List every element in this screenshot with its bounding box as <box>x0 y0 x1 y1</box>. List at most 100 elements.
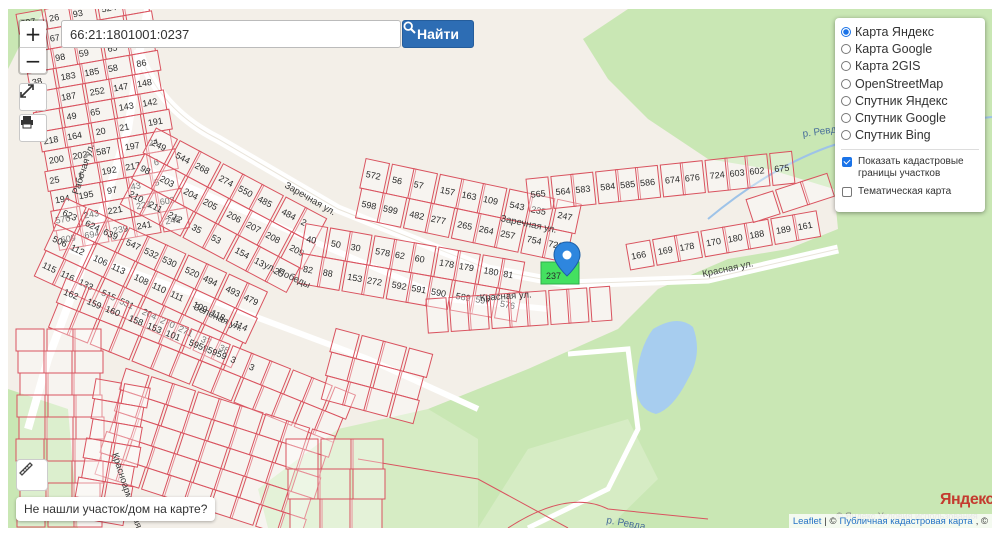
parcel-number: 49 <box>66 110 78 122</box>
parcel-outline[interactable] <box>320 438 354 470</box>
layer-option-label: OpenStreetMap <box>855 76 944 91</box>
parcel-outline[interactable] <box>15 438 45 462</box>
layer-option[interactable]: Спутник Google <box>841 109 979 126</box>
layer-option-label: Спутник Google <box>855 111 946 126</box>
search-input[interactable] <box>61 20 401 48</box>
layer-list: Карта Яндекс Карта Google Карта 2GIS OpenSt… <box>841 23 979 144</box>
parcel-outline[interactable] <box>350 438 384 470</box>
layer-option[interactable]: OpenStreetMap <box>841 75 979 92</box>
layer-radio[interactable] <box>841 26 851 37</box>
attribution-tail: , © <box>975 515 988 527</box>
not-found-button[interactable]: Не нашли участок/дом на карте? <box>16 497 216 521</box>
parcel-outline[interactable] <box>317 468 351 500</box>
parcel-number: 21 <box>118 121 130 133</box>
print-button[interactable] <box>19 114 47 142</box>
parcel-outline[interactable] <box>45 372 75 396</box>
parcel-outline[interactable] <box>74 350 104 374</box>
parcel-number: 58 <box>107 63 119 75</box>
parcel-outline[interactable] <box>349 498 383 528</box>
layer-radio[interactable] <box>841 130 851 141</box>
parcel-number: 564 <box>555 186 571 198</box>
overlay-checkbox[interactable] <box>842 157 852 168</box>
zoom-in-button[interactable]: + <box>20 21 46 48</box>
parcel-number: 583 <box>575 184 591 196</box>
layers-divider <box>841 149 979 151</box>
parcel-number: 586 <box>640 177 656 189</box>
layer-radio[interactable] <box>841 61 851 72</box>
parcel-outline[interactable] <box>425 297 449 334</box>
attribution-separator: | © <box>824 515 837 527</box>
parcel-number: 56 <box>391 175 403 187</box>
layer-option[interactable]: Карта 2GIS <box>841 58 979 75</box>
leaflet-link[interactable]: Leaflet <box>793 516 822 527</box>
parcel-outline[interactable] <box>18 416 48 440</box>
parcel-outline[interactable] <box>566 287 590 324</box>
parcel-outline[interactable] <box>43 350 73 374</box>
measure-button[interactable] <box>16 459 48 491</box>
parcel-number: 97 <box>106 185 118 197</box>
map-canvas[interactable]: 2272693524312266756539697985965193818318… <box>8 9 992 528</box>
parcel-outline[interactable] <box>72 328 102 352</box>
parcel-outline[interactable] <box>19 372 49 396</box>
overlay-checkbox[interactable] <box>842 187 852 198</box>
layer-radio[interactable] <box>841 113 851 124</box>
parcel-number: 98 <box>54 52 66 64</box>
parcel-outline[interactable] <box>287 468 321 500</box>
parcel-number: 584 <box>600 181 616 193</box>
parcel-outline[interactable] <box>15 328 45 352</box>
parcel-number: 57 <box>413 179 425 191</box>
layer-option[interactable]: Карта Google <box>841 40 979 57</box>
search-button[interactable]: Найти <box>402 20 474 48</box>
parcel-number: 86 <box>136 58 148 70</box>
layer-option-label: Карта 2GIS <box>855 59 921 74</box>
layers-panel: Карта Яндекс Карта Google Карта 2GIS OpenSt… <box>835 18 985 212</box>
parcel-number: 30 <box>350 242 362 254</box>
parcel-number: 26 <box>48 12 60 24</box>
parcel-number: 675 <box>774 163 790 175</box>
parcel-outline[interactable] <box>16 394 46 418</box>
fullscreen-button[interactable] <box>19 83 47 111</box>
parcel-outline[interactable] <box>46 438 76 462</box>
parcel-number: 585 <box>620 179 636 191</box>
layer-radio[interactable] <box>841 95 851 106</box>
printer-icon <box>21 116 33 129</box>
layer-option-label: Спутник Яндекс <box>855 93 948 108</box>
parcel-number: 25 <box>49 174 61 186</box>
overlay-list: Показать кадастровые границы участков Тем… <box>841 156 979 198</box>
cadastral-map-link[interactable]: Публичная кадастровая карта <box>840 516 973 527</box>
parcel-number: 603 <box>729 167 745 179</box>
parcel-outline[interactable] <box>319 498 353 528</box>
parcel-outline[interactable] <box>47 394 77 418</box>
layer-option[interactable]: Карта Яндекс <box>841 23 979 40</box>
parcel-outline[interactable] <box>285 438 319 470</box>
parcel-number: 93 <box>72 9 84 19</box>
parcel-outline[interactable] <box>352 468 386 500</box>
parcel-outline[interactable] <box>46 328 76 352</box>
parcel-outline[interactable] <box>17 350 47 374</box>
overlay-option[interactable]: Показать кадастровые границы участков <box>841 156 979 180</box>
search-icon <box>403 21 416 34</box>
parcel-number: 59 <box>78 47 90 59</box>
overlay-option[interactable]: Тематическая карта <box>841 186 979 198</box>
expand-icon <box>20 84 34 98</box>
parcel-outline[interactable] <box>44 416 74 440</box>
zoom-out-button[interactable]: − <box>20 48 46 74</box>
layer-option-label: Карта Google <box>855 41 933 56</box>
search-button-label: Найти <box>417 26 459 42</box>
layer-option-label: Карта Яндекс <box>855 24 934 39</box>
overlay-option-label: Показать кадастровые границы участков <box>858 156 964 180</box>
parcel-outline[interactable] <box>289 498 323 528</box>
parcel-outline[interactable] <box>43 460 73 484</box>
layer-radio[interactable] <box>841 43 851 54</box>
parcel-number: 724 <box>709 169 725 181</box>
parcel-number: 60 <box>414 253 426 265</box>
layer-radio[interactable] <box>841 78 851 89</box>
parcel-number: 82 <box>302 264 314 276</box>
parcel-outline[interactable] <box>589 285 613 323</box>
layer-option[interactable]: Спутник Яндекс <box>841 92 979 109</box>
layer-option[interactable]: Спутник Bing <box>841 127 979 144</box>
parcel-number: 40 <box>306 234 318 246</box>
ruler-icon <box>19 462 33 476</box>
parcel-number: 20 <box>95 126 107 138</box>
parcel-number: 602 <box>749 165 765 177</box>
